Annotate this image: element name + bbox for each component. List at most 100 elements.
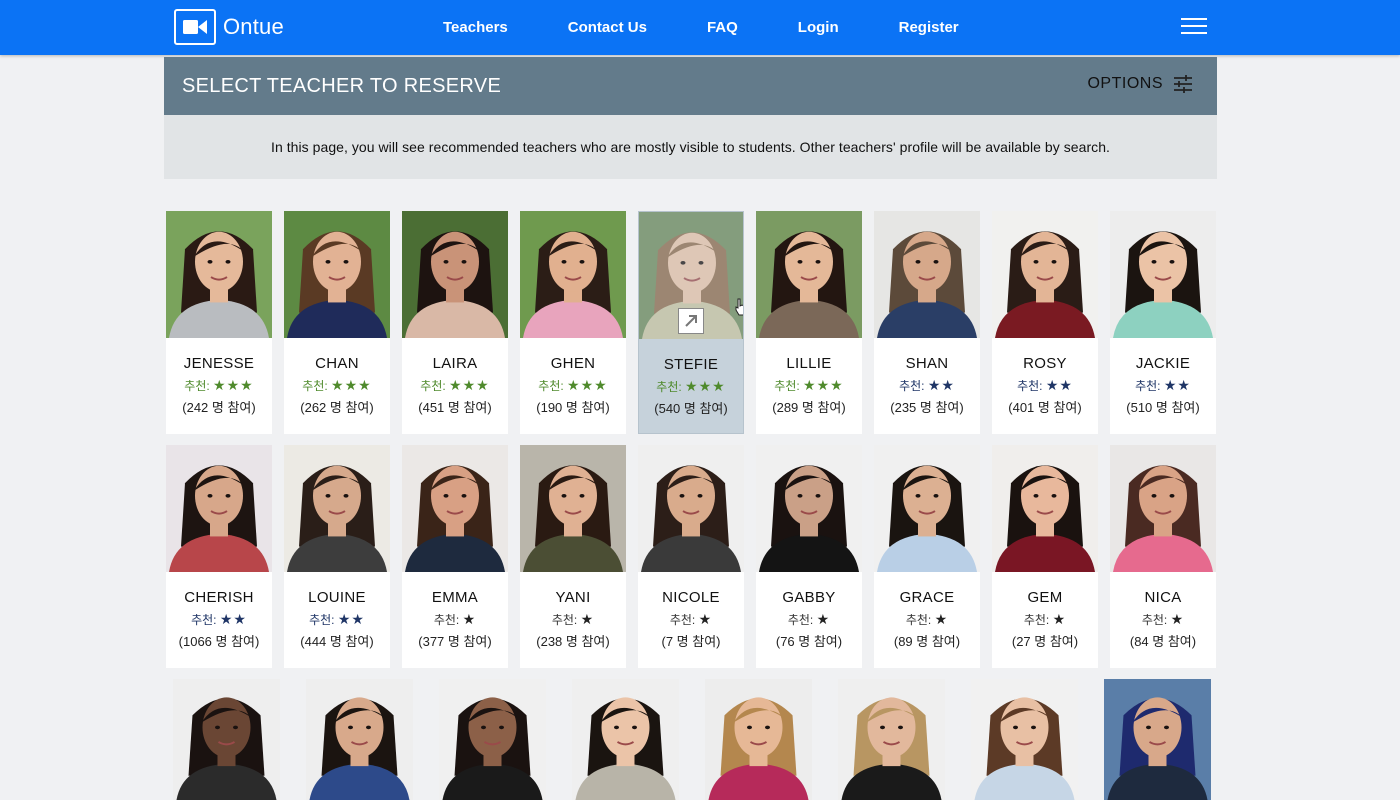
teacher-card[interactable]: NICA 추천: ★ (84 명 참여) [1110, 445, 1216, 668]
nav-faq[interactable]: FAQ [707, 19, 738, 36]
recommendation-label: 추천: [1023, 613, 1050, 627]
teacher-card[interactable]: LAIRA 추천: ★★★ (451 명 참여) [402, 211, 508, 434]
star-rating-icon: ★★★ [567, 377, 608, 393]
recommendation-label: 추천: [899, 379, 925, 393]
options-label: OPTIONS [1087, 75, 1163, 92]
teacher-photo[interactable] [838, 679, 945, 800]
nav-teachers[interactable]: Teachers [443, 19, 508, 36]
teacher-card[interactable]: ROSY 추천: ★★ (401 명 참여) [992, 211, 1098, 434]
recommendation-label: 추천: [656, 380, 682, 394]
star-rating-icon: ★★ [1045, 377, 1073, 393]
participant-count: (510 명 참여) [1126, 400, 1200, 415]
nav-login[interactable]: Login [798, 19, 839, 36]
recommendation-rating: 추천: ★★★ [166, 377, 272, 393]
participant-count: (540 명 참여) [654, 401, 728, 416]
info-notice: In this page, you will see recommended t… [164, 115, 1217, 179]
recommendation-label: 추천: [538, 379, 564, 393]
teacher-card[interactable]: CHERISH 추천: ★★ (1066 명 참여) [166, 445, 272, 668]
star-rating-icon: ★ [816, 611, 831, 627]
teacher-card[interactable]: GRACE 추천: ★ (89 명 참여) [874, 445, 980, 668]
participant-count: (7 명 참여) [661, 634, 721, 649]
teacher-photo [284, 211, 390, 338]
teacher-name: GRACE [899, 589, 955, 606]
star-rating-icon: ★★★ [331, 377, 372, 393]
star-rating-icon: ★ [934, 611, 949, 627]
participant-count: (451 명 참여) [418, 400, 492, 415]
participant-count: (84 명 참여) [1129, 634, 1197, 649]
star-rating-icon: ★ [1052, 611, 1067, 627]
teacher-name: YANI [555, 589, 591, 606]
nav-contact-us[interactable]: Contact Us [568, 19, 647, 36]
recommendation-label: 추천: [787, 613, 814, 627]
teacher-card[interactable]: YANI 추천: ★ (238 명 참여) [520, 445, 626, 668]
notice-text: In this page, you will see recommended t… [271, 139, 1110, 155]
recommendation-label: 추천: [302, 379, 328, 393]
star-rating-icon: ★★ [1163, 377, 1191, 393]
recommendation-rating: 추천: ★ [402, 611, 508, 627]
open-profile-icon[interactable] [678, 308, 704, 334]
teacher-card[interactable]: LILLIE 추천: ★★★ (289 명 참여) [756, 211, 862, 434]
teacher-photo[interactable] [572, 679, 679, 800]
star-rating-icon: ★★★ [213, 377, 254, 393]
logo-text: Ontue [223, 14, 284, 39]
recommendation-rating: 추천: ★★ [1110, 377, 1216, 393]
teacher-card[interactable]: GABBY 추천: ★ (76 명 참여) [756, 445, 862, 668]
star-rating-icon: ★★ [927, 377, 955, 393]
teacher-photo[interactable] [971, 679, 1078, 800]
star-rating-icon: ★ [580, 611, 595, 627]
teacher-photo[interactable] [705, 679, 812, 800]
teacher-photo[interactable] [1104, 679, 1211, 800]
participant-count: (242 명 참여) [182, 400, 256, 415]
home-logo[interactable]: Ontue [174, 9, 284, 45]
recommendation-label: 추천: [420, 379, 446, 393]
teacher-photo[interactable] [439, 679, 546, 800]
sliders-icon [1174, 75, 1192, 93]
teacher-name: JENESSE [183, 355, 255, 372]
recommendation-rating: 추천: ★ [992, 611, 1098, 627]
recommendation-rating: 추천: ★★ [166, 611, 272, 627]
teacher-card[interactable]: CHAN 추천: ★★★ (262 명 참여) [284, 211, 390, 434]
options-button[interactable]: OPTIONS [1087, 74, 1193, 94]
star-rating-icon: ★★★ [803, 377, 844, 393]
page-header: SELECT TEACHER TO RESERVE OPTIONS [164, 57, 1217, 115]
teacher-card[interactable]: GEM 추천: ★ (27 명 참여) [992, 445, 1098, 668]
teacher-card[interactable]: GHEN 추천: ★★★ (190 명 참여) [520, 211, 626, 434]
recommendation-label: 추천: [551, 613, 578, 627]
teacher-card[interactable]: NICOLE 추천: ★ (7 명 참여) [638, 445, 744, 668]
teacher-name: CHERISH [184, 589, 254, 606]
star-rating-icon: ★ [698, 611, 713, 627]
teacher-photo[interactable] [173, 679, 280, 800]
teacher-name: ROSY [1023, 355, 1067, 372]
teacher-name: NICA [1144, 589, 1182, 606]
recommendation-rating: 추천: ★ [520, 611, 626, 627]
teacher-photo [874, 445, 980, 572]
teacher-photo [756, 211, 862, 338]
nav-register[interactable]: Register [899, 19, 959, 36]
teacher-name: GEM [1027, 589, 1063, 606]
teacher-card[interactable]: EMMA 추천: ★ (377 명 참여) [402, 445, 508, 668]
teacher-name: SHAN [905, 355, 949, 372]
recommendation-label: 추천: [433, 613, 460, 627]
recommendation-label: 추천: [905, 613, 932, 627]
teacher-card[interactable]: JACKIE 추천: ★★ (510 명 참여) [1110, 211, 1216, 434]
participant-count: (1066 명 참여) [178, 634, 260, 649]
recommendation-label: 추천: [191, 613, 217, 627]
teacher-row-3 [173, 679, 1213, 800]
teacher-photo [1110, 211, 1216, 338]
recommendation-rating: 추천: ★★★ [520, 377, 626, 393]
teacher-card[interactable]: SHAN 추천: ★★ (235 명 참여) [874, 211, 980, 434]
participant-count: (27 명 참여) [1011, 634, 1079, 649]
top-navbar: Ontue Teachers Contact Us FAQ Login Regi… [0, 0, 1400, 55]
participant-count: (235 명 참여) [890, 400, 964, 415]
recommendation-label: 추천: [1141, 613, 1168, 627]
teacher-card[interactable]: LOUINE 추천: ★★ (444 명 참여) [284, 445, 390, 668]
participant-count: (89 명 참여) [893, 634, 961, 649]
hamburger-menu-icon[interactable] [1181, 18, 1207, 36]
teacher-photo[interactable] [306, 679, 413, 800]
teacher-name: GHEN [550, 355, 596, 372]
recommendation-rating: 추천: ★★★ [756, 377, 862, 393]
teacher-photo [520, 445, 626, 572]
teacher-card[interactable]: JENESSE 추천: ★★★ (242 명 참여) [166, 211, 272, 434]
teacher-row-2: CHERISH 추천: ★★ (1066 명 참여) LOUINE 추천: ★★ (44… [166, 445, 1216, 668]
teacher-card[interactable]: STEFIE 추천: ★★★ (540 명 참여) [638, 211, 744, 434]
